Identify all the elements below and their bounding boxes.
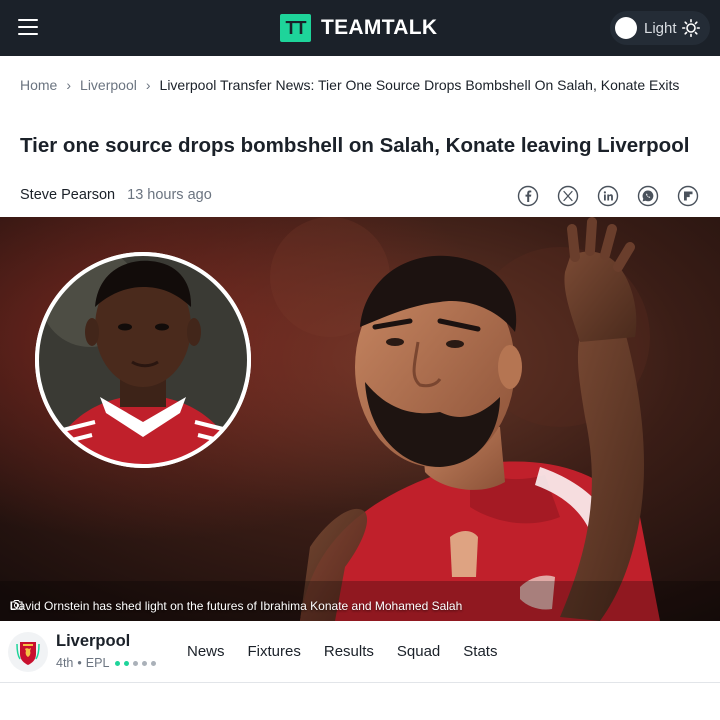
form-dot-loss bbox=[133, 660, 139, 666]
author-name[interactable]: Steve Pearson bbox=[20, 187, 115, 203]
linkedin-icon[interactable] bbox=[597, 185, 619, 207]
club-nav-fixtures[interactable]: Fixtures bbox=[248, 643, 301, 660]
facebook-icon[interactable] bbox=[517, 185, 539, 207]
form-dot-win bbox=[124, 660, 130, 666]
club-nav-results[interactable]: Results bbox=[324, 643, 374, 660]
caption-text: David Ornstein has shed light on the fut… bbox=[10, 599, 463, 613]
club-bar: Liverpool 4th • EPL News Fixtures Result… bbox=[0, 621, 720, 683]
site-logo[interactable]: TT TEAMTALK bbox=[280, 14, 437, 42]
liverpool-crest-icon[interactable] bbox=[8, 632, 48, 672]
league-position: 4th bbox=[56, 656, 74, 670]
theme-label: Light bbox=[644, 20, 677, 37]
breadcrumb-home[interactable]: Home bbox=[20, 77, 57, 93]
byline: Steve Pearson 13 hours ago bbox=[20, 187, 212, 203]
logo-text: TEAMTALK bbox=[321, 16, 438, 39]
breadcrumb-liverpool[interactable]: Liverpool bbox=[80, 77, 137, 93]
image-caption: David Ornstein has shed light on the fut… bbox=[10, 599, 462, 613]
article-headline: Tier one source drops bombshell on Salah… bbox=[20, 134, 690, 157]
breadcrumb-separator: › bbox=[66, 77, 72, 93]
meta-separator: • bbox=[77, 656, 82, 670]
toggle-knob bbox=[615, 17, 637, 39]
camera-icon bbox=[10, 600, 23, 610]
theme-toggle[interactable]: Light bbox=[610, 11, 710, 45]
hero-illustration bbox=[0, 217, 720, 621]
form-dot-loss bbox=[151, 660, 157, 666]
form-dot-loss bbox=[142, 660, 148, 666]
sun-icon bbox=[682, 19, 700, 37]
form-guide bbox=[115, 660, 160, 666]
club-standing: 4th • EPL bbox=[56, 656, 160, 670]
publish-time: 13 hours ago bbox=[127, 187, 212, 203]
club-nav-news[interactable]: News bbox=[187, 643, 225, 660]
league-name: EPL bbox=[85, 656, 110, 670]
club-nav: News Fixtures Results Squad Stats bbox=[187, 643, 520, 660]
breadcrumb-separator: › bbox=[145, 77, 151, 93]
logo-mark: TT bbox=[280, 14, 311, 42]
article-hero-image: David Ornstein has shed light on the fut… bbox=[0, 217, 720, 621]
flipboard-icon[interactable] bbox=[677, 185, 699, 207]
club-name[interactable]: Liverpool bbox=[56, 632, 130, 651]
x-icon[interactable] bbox=[557, 185, 579, 207]
whatsapp-icon[interactable] bbox=[637, 185, 659, 207]
club-nav-squad[interactable]: Squad bbox=[397, 643, 440, 660]
form-dot-win bbox=[115, 660, 121, 666]
hamburger-menu-icon[interactable] bbox=[18, 19, 38, 36]
breadcrumb-current: Liverpool Transfer News: Tier One Source… bbox=[159, 77, 680, 93]
site-header: TT TEAMTALK Light bbox=[0, 0, 720, 56]
breadcrumb: Home › Liverpool › Liverpool Transfer Ne… bbox=[20, 77, 679, 93]
club-nav-stats[interactable]: Stats bbox=[463, 643, 497, 660]
